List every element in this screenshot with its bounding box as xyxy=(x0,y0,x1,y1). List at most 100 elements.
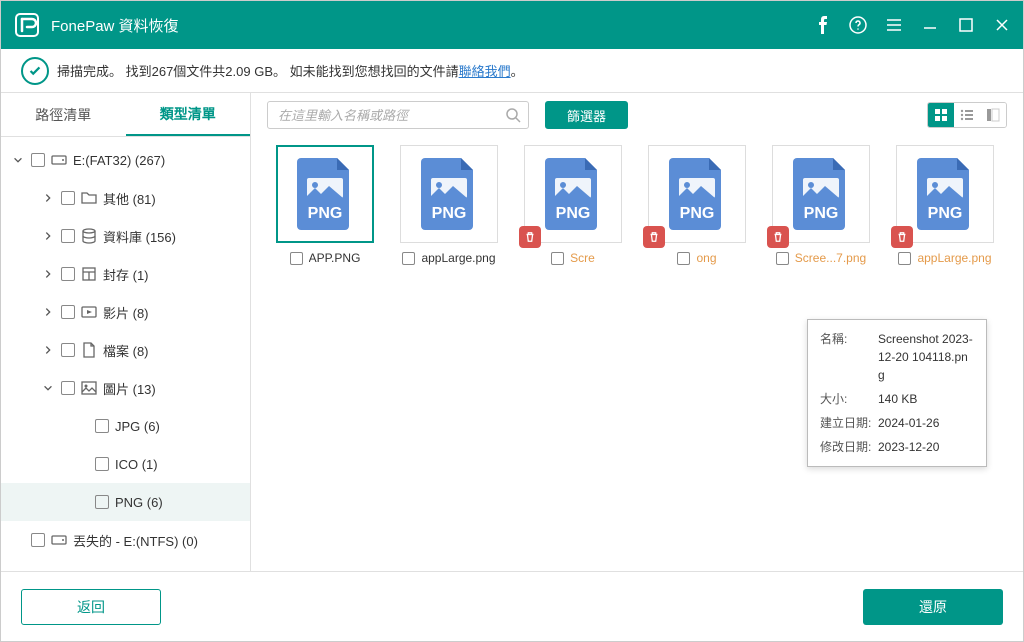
file-thumbnail[interactable]: PNG xyxy=(524,145,622,243)
deleted-badge-icon xyxy=(519,226,541,248)
checkbox[interactable] xyxy=(31,533,45,547)
checkbox[interactable] xyxy=(31,153,45,167)
checkbox[interactable] xyxy=(61,343,75,357)
chevron-right-icon[interactable] xyxy=(41,305,55,319)
file-checkbox[interactable] xyxy=(402,252,415,265)
file-thumbnail[interactable]: PNG xyxy=(400,145,498,243)
menu-icon[interactable] xyxy=(885,16,903,34)
back-button[interactable]: 返回 xyxy=(21,589,161,625)
status-text-end: 。 xyxy=(511,61,524,80)
checkbox[interactable] xyxy=(95,457,109,471)
tree-row[interactable]: PNG (6) xyxy=(1,483,250,521)
view-list-button[interactable] xyxy=(954,103,980,127)
png-file-icon: PNG xyxy=(669,158,725,230)
contact-link[interactable]: 聯絡我們 xyxy=(459,61,511,80)
minimize-icon[interactable] xyxy=(921,16,939,34)
drive-icon xyxy=(51,532,67,548)
file-card[interactable]: PNG appLarge.png xyxy=(883,145,1007,265)
tree-row[interactable]: 封存 (1) xyxy=(1,255,250,293)
chevron-right-icon[interactable] xyxy=(41,191,55,205)
image-icon xyxy=(81,380,97,396)
tab-type-list[interactable]: 類型清單 xyxy=(126,93,251,136)
file-checkbox[interactable] xyxy=(290,252,303,265)
tree-label: 影片 (8) xyxy=(103,303,149,322)
view-grid-button[interactable] xyxy=(928,103,954,127)
checkbox[interactable] xyxy=(61,229,75,243)
tree-row[interactable]: 丟失的 - E:(NTFS) (0) xyxy=(1,521,250,559)
file-name-label: appLarge.png xyxy=(917,251,991,265)
checkbox[interactable] xyxy=(95,495,109,509)
deleted-badge-icon xyxy=(891,226,913,248)
checkbox[interactable] xyxy=(61,191,75,205)
chevron-right-icon[interactable] xyxy=(41,343,55,357)
png-file-icon: PNG xyxy=(917,158,973,230)
svg-text:PNG: PNG xyxy=(680,205,715,222)
png-file-icon: PNG xyxy=(793,158,849,230)
status-text: 掃描完成。 找到267個文件共2.09 GB。 如未能找到您想找回的文件請 xyxy=(57,61,459,80)
file-card[interactable]: PNG Scre xyxy=(511,145,635,265)
file-thumbnail[interactable]: PNG xyxy=(896,145,994,243)
file-thumbnail[interactable]: PNG xyxy=(772,145,870,243)
file-name-label: APP.PNG xyxy=(309,251,361,265)
facebook-icon[interactable] xyxy=(813,16,831,34)
png-file-icon: PNG xyxy=(545,158,601,230)
checkbox[interactable] xyxy=(95,419,109,433)
filter-button[interactable]: 篩選器 xyxy=(545,101,628,129)
file-checkbox[interactable] xyxy=(677,252,690,265)
tree-row[interactable]: 其他 (81) xyxy=(1,179,250,217)
tree-row[interactable]: 資料庫 (156) xyxy=(1,217,250,255)
tree-row[interactable]: ICO (1) xyxy=(1,445,250,483)
view-detail-button[interactable] xyxy=(980,103,1006,127)
file-checkbox[interactable] xyxy=(551,252,564,265)
tree-label: 封存 (1) xyxy=(103,265,149,284)
tree-row[interactable]: E:(FAT32) (267) xyxy=(1,141,250,179)
file-thumbnail[interactable]: PNG xyxy=(648,145,746,243)
deleted-badge-icon xyxy=(767,226,789,248)
tree-label: E:(FAT32) (267) xyxy=(73,153,165,168)
tooltip-modified-label: 修改日期: xyxy=(820,438,878,456)
close-icon[interactable] xyxy=(993,16,1011,34)
svg-text:PNG: PNG xyxy=(556,205,591,222)
chevron-down-icon[interactable] xyxy=(11,153,25,167)
content-area: 篩選器 名稱:Screenshot 2023-12-20 104118.png … xyxy=(251,93,1023,571)
restore-button[interactable]: 還原 xyxy=(863,589,1003,625)
archive-icon xyxy=(81,266,97,282)
help-icon[interactable] xyxy=(849,16,867,34)
tree-row[interactable]: 圖片 (13) xyxy=(1,369,250,407)
tooltip-size-label: 大小: xyxy=(820,390,878,408)
svg-text:PNG: PNG xyxy=(804,205,839,222)
file-checkbox[interactable] xyxy=(776,252,789,265)
drive-icon xyxy=(51,152,67,168)
file-name-label: Scre xyxy=(570,251,595,265)
chevron-down-icon[interactable] xyxy=(41,381,55,395)
file-name-label: appLarge.png xyxy=(421,251,495,265)
search-input[interactable] xyxy=(267,101,529,129)
maximize-icon[interactable] xyxy=(957,16,975,34)
doc-icon xyxy=(81,342,97,358)
chevron-right-icon[interactable] xyxy=(41,229,55,243)
video-icon xyxy=(81,304,97,320)
tree-row[interactable]: JPG (6) xyxy=(1,407,250,445)
tooltip-size-value: 140 KB xyxy=(878,390,974,408)
file-card[interactable]: PNG appLarge.png xyxy=(387,145,511,265)
tree-row[interactable]: 檔案 (8) xyxy=(1,331,250,369)
tree-label: 其他 (81) xyxy=(103,189,156,208)
file-card[interactable]: PNG ong xyxy=(635,145,759,265)
search-icon[interactable] xyxy=(505,107,521,123)
view-toggle-group xyxy=(927,102,1007,128)
file-thumbnail[interactable]: PNG xyxy=(276,145,374,243)
checkbox[interactable] xyxy=(61,267,75,281)
file-checkbox[interactable] xyxy=(898,252,911,265)
file-card[interactable]: PNG Scree...7.png xyxy=(759,145,883,265)
file-grid: 名稱:Screenshot 2023-12-20 104118.png 大小:1… xyxy=(251,137,1023,571)
file-card[interactable]: PNG APP.PNG xyxy=(263,145,387,265)
png-file-icon: PNG xyxy=(297,158,353,230)
tooltip-created-label: 建立日期: xyxy=(820,414,878,432)
tab-path-list[interactable]: 路徑清單 xyxy=(1,93,126,136)
chevron-right-icon[interactable] xyxy=(41,267,55,281)
checkbox[interactable] xyxy=(61,305,75,319)
tree-row[interactable]: 影片 (8) xyxy=(1,293,250,331)
checkbox[interactable] xyxy=(61,381,75,395)
tooltip-name-label: 名稱: xyxy=(820,330,878,384)
svg-text:PNG: PNG xyxy=(432,205,467,222)
